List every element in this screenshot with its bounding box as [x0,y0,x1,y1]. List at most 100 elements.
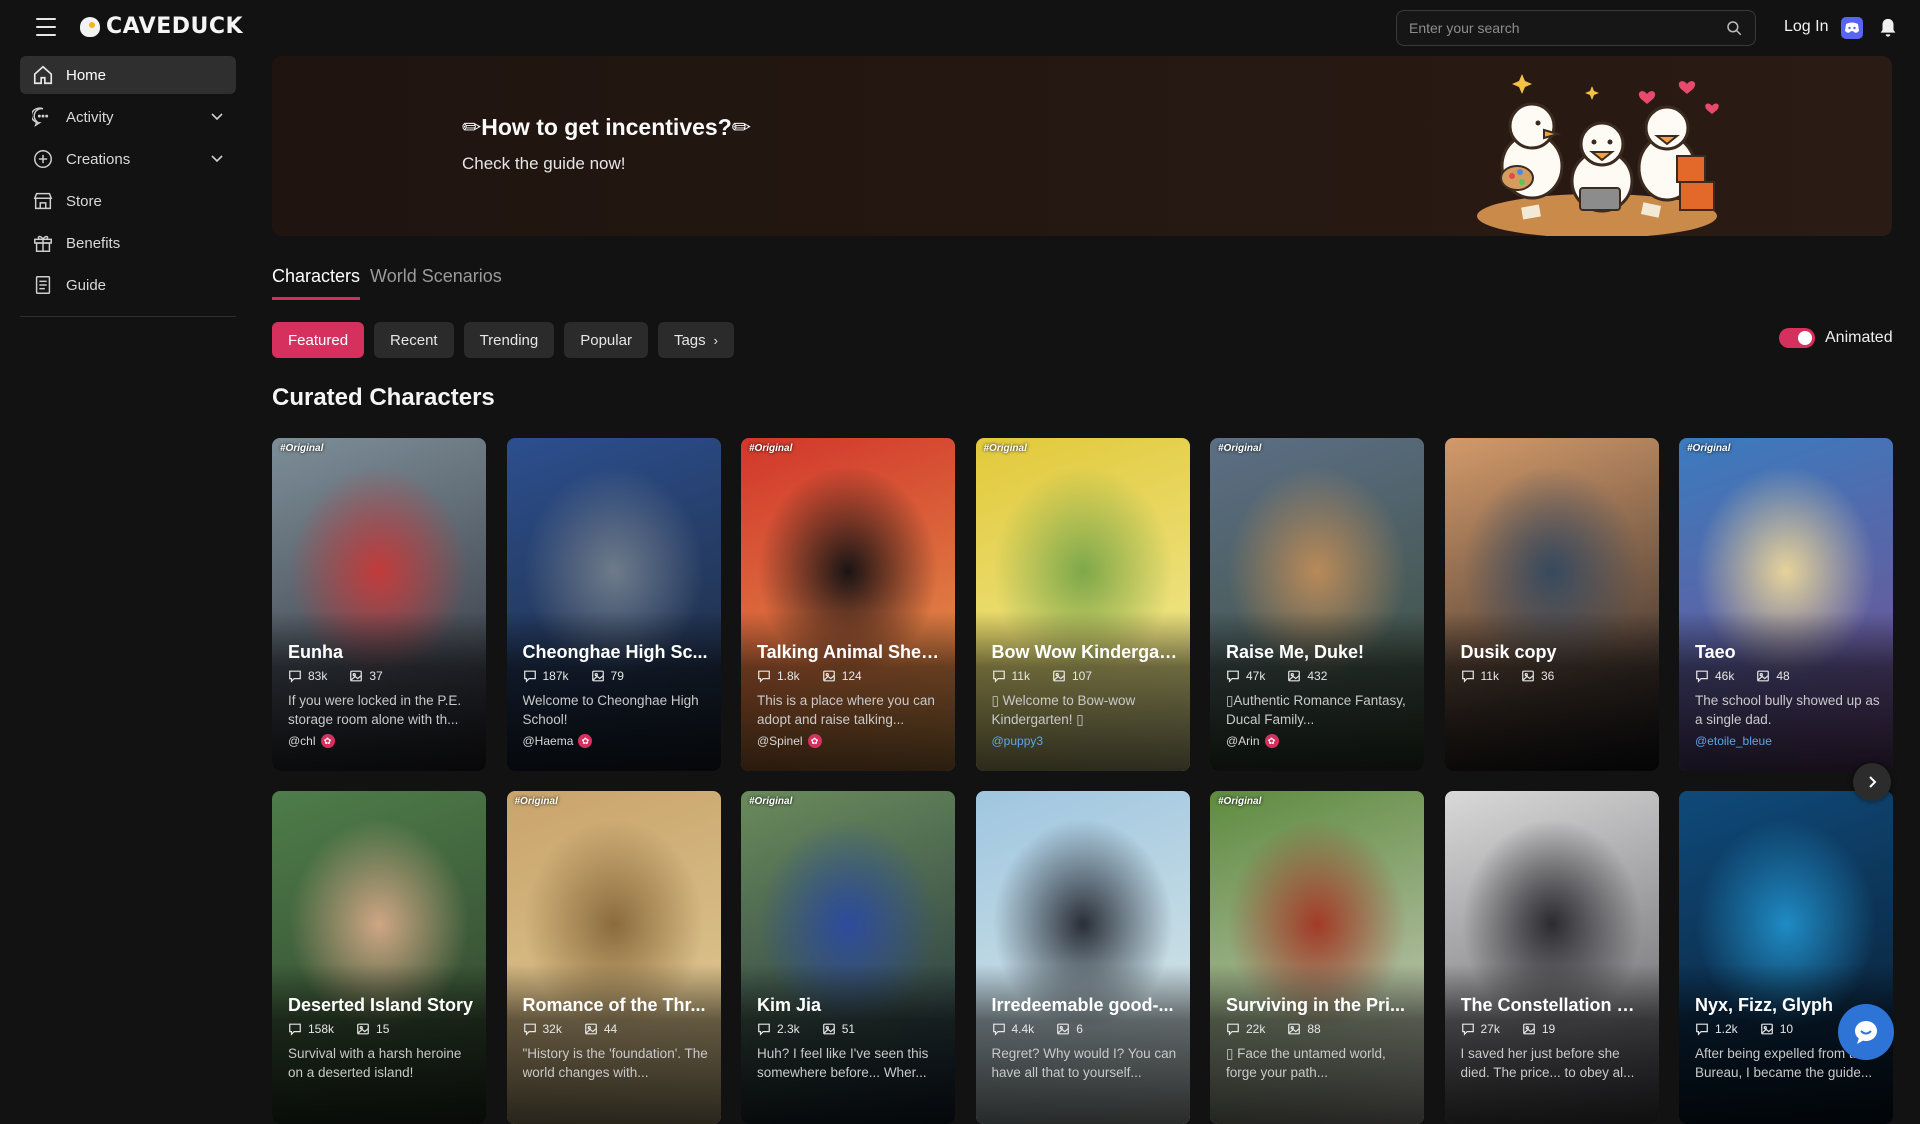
login-link[interactable]: Log In [1784,18,1828,36]
filter-tags[interactable]: Tags › [657,322,734,358]
character-card[interactable]: Deserted Island Story 158k 15 Survival w… [272,791,486,1124]
image-count-icon [1522,1023,1535,1035]
character-description: Welcome to Cheonghae High School! [522,693,699,727]
character-description: I saved her just before she died. The pr… [1460,1046,1635,1080]
sidebar-item-activity[interactable]: Activity [20,98,236,136]
character-name: Raise Me, Duke! [1226,642,1365,662]
search-box[interactable] [1396,10,1756,46]
content-tabs: Characters World Scenarios [272,266,502,300]
chat-count: 11k [1480,669,1499,683]
menu-icon[interactable] [34,16,58,38]
chat-count: 27k [1480,1022,1500,1036]
chat-count: 1.8k [777,669,800,683]
chat-count-icon [992,1023,1005,1036]
author-name[interactable]: @etoile_bleue [1695,734,1772,748]
duck-logo-icon [80,16,100,37]
sidebar-item-guide[interactable]: Guide [20,266,236,304]
character-description: If you were locked in the P.E. storage r… [288,693,462,727]
image-count: 10 [1779,1022,1794,1036]
character-card[interactable]: #Original Kim Jia 2.3k 51 Huh? I feel li… [741,791,955,1124]
search-input[interactable] [1409,20,1725,36]
character-card[interactable]: Irredeemable good-... 4.4k 6 Regret? Why… [975,791,1190,1124]
card-body: Raise Me, Duke! 47k 432 ▯Authentic Roman… [1226,642,1412,748]
sidebar-item-home[interactable]: Home [20,56,236,94]
support-chat-button[interactable] [1838,1004,1894,1060]
chevron-down-icon[interactable] [210,109,224,123]
character-card[interactable]: #Original Taeo 46k 48 The school bully s… [1679,438,1893,771]
author-name[interactable]: @puppy3 [992,734,1044,748]
card-stats: 47k 432 [1226,669,1412,683]
banner-title: ✏How to get incentives?✏ [462,114,752,140]
card-body: Romance of the Thr... 32k 44 "History is… [523,995,709,1082]
filter-trending[interactable]: Trending [463,322,555,358]
card-stats: 4.4k 6 [992,1022,1178,1036]
author-name[interactable]: @chl [288,734,316,748]
character-card[interactable]: #Original Surviving in the Pri... 22k 88… [1210,791,1424,1124]
image-count-icon [1288,670,1301,682]
sidebar-item-benefits[interactable]: Benefits [20,224,236,262]
character-card[interactable]: #Original Raise Me, Duke! 47k 432 ▯Authe… [1210,438,1424,771]
filter-recent[interactable]: Recent [374,322,454,358]
author-row: @Spinel ✿ [757,734,943,748]
chevron-right-icon [1869,776,1877,788]
plus-circle-icon [34,150,52,168]
chat-count: 4.4k [1011,1022,1035,1036]
sidebar-item-label: Guide [66,276,107,294]
sidebar-item-creations[interactable]: Creations [20,140,236,178]
image-count: 51 [841,1022,856,1036]
image-count: 107 [1071,669,1092,683]
chat-count-icon [1696,1023,1708,1036]
document-icon [35,276,51,294]
character-card[interactable]: #Original Bow Wow Kindergar... 11k 107 ▯… [975,438,1190,771]
chat-count: 158k [308,1022,335,1036]
sidebar-divider [20,316,236,317]
chevron-down-icon[interactable] [210,151,224,165]
discord-icon[interactable] [1841,17,1863,39]
character-name: The Constellation W... [1460,995,1647,1015]
character-card[interactable]: #Original Eunha 83k 37 If you were locke… [272,438,486,771]
character-card[interactable]: Nyx, Fizz, Glyph 1.2k 10 After being exp… [1679,791,1893,1124]
author-name[interactable]: @Arin [1226,734,1260,748]
incentives-banner[interactable]: ✏How to get incentives?✏ Check the guide… [272,56,1892,236]
filter-tags-label: Tags [673,331,706,349]
bell-icon[interactable] [1877,16,1899,40]
character-description: ▯Authentic Romance Fantasy, Ducal Family… [1226,693,1406,727]
character-card[interactable]: Dusik copy 11k 36 [1444,438,1659,771]
card-stats: 22k 88 [1226,1022,1412,1036]
card-body: Taeo 46k 48 The school bully showed up a… [1695,642,1881,748]
sidebar-item-store[interactable]: Store [20,182,236,220]
filter-popular[interactable]: Popular [564,322,648,358]
image-count-icon [1057,1023,1070,1035]
character-card[interactable]: Cheonghae High Sc... 187k 79 Welcome to … [506,438,721,771]
filter-featured[interactable]: Featured [272,322,365,358]
search-icon[interactable] [1725,19,1743,37]
character-card[interactable]: #Original Talking Animal Shelter 1.8k 12… [741,438,955,771]
tab-world-scenarios[interactable]: World Scenarios [370,266,502,300]
original-tag: #Original [749,796,793,807]
character-name: Irredeemable good-... [991,995,1174,1015]
card-stats: 187k 79 [523,669,709,683]
tab-characters[interactable]: Characters [272,266,361,300]
chat-count: 187k [542,669,569,683]
brand-logo[interactable]: CAVEDUCK [80,14,243,39]
author-name[interactable]: @Spinel [757,734,803,748]
filter-chips: Featured Recent Trending Popular Tags › [272,322,734,358]
author-name[interactable]: @Haema [523,734,574,748]
chat-count-icon [758,670,770,683]
carousel-next-button[interactable] [1853,763,1891,801]
chat-count: 47k [1246,669,1266,683]
chat-count-icon [1461,1023,1474,1036]
character-card[interactable]: #Original Romance of the Thr... 32k 44 "… [506,791,721,1124]
chat-count-icon [523,670,536,683]
card-body: The Constellation W... 27k 19 I saved he… [1461,995,1647,1082]
card-body: Cheonghae High Sc... 187k 79 Welcome to … [523,642,709,748]
card-body: Bow Wow Kindergar... 11k 107 ▯ Welcome t… [992,642,1178,748]
card-body: Surviving in the Pri... 22k 88 ▯ Face th… [1226,995,1412,1082]
card-gradient [1444,611,1659,771]
character-name: Taeo [1695,642,1736,662]
animated-toggle[interactable] [1779,328,1815,348]
card-body: Deserted Island Story 158k 15 Survival w… [288,995,474,1082]
character-name: Romance of the Thr... [522,995,706,1015]
character-name: Cheonghae High Sc... [522,642,708,662]
character-card[interactable]: The Constellation W... 27k 19 I saved he… [1444,791,1659,1124]
